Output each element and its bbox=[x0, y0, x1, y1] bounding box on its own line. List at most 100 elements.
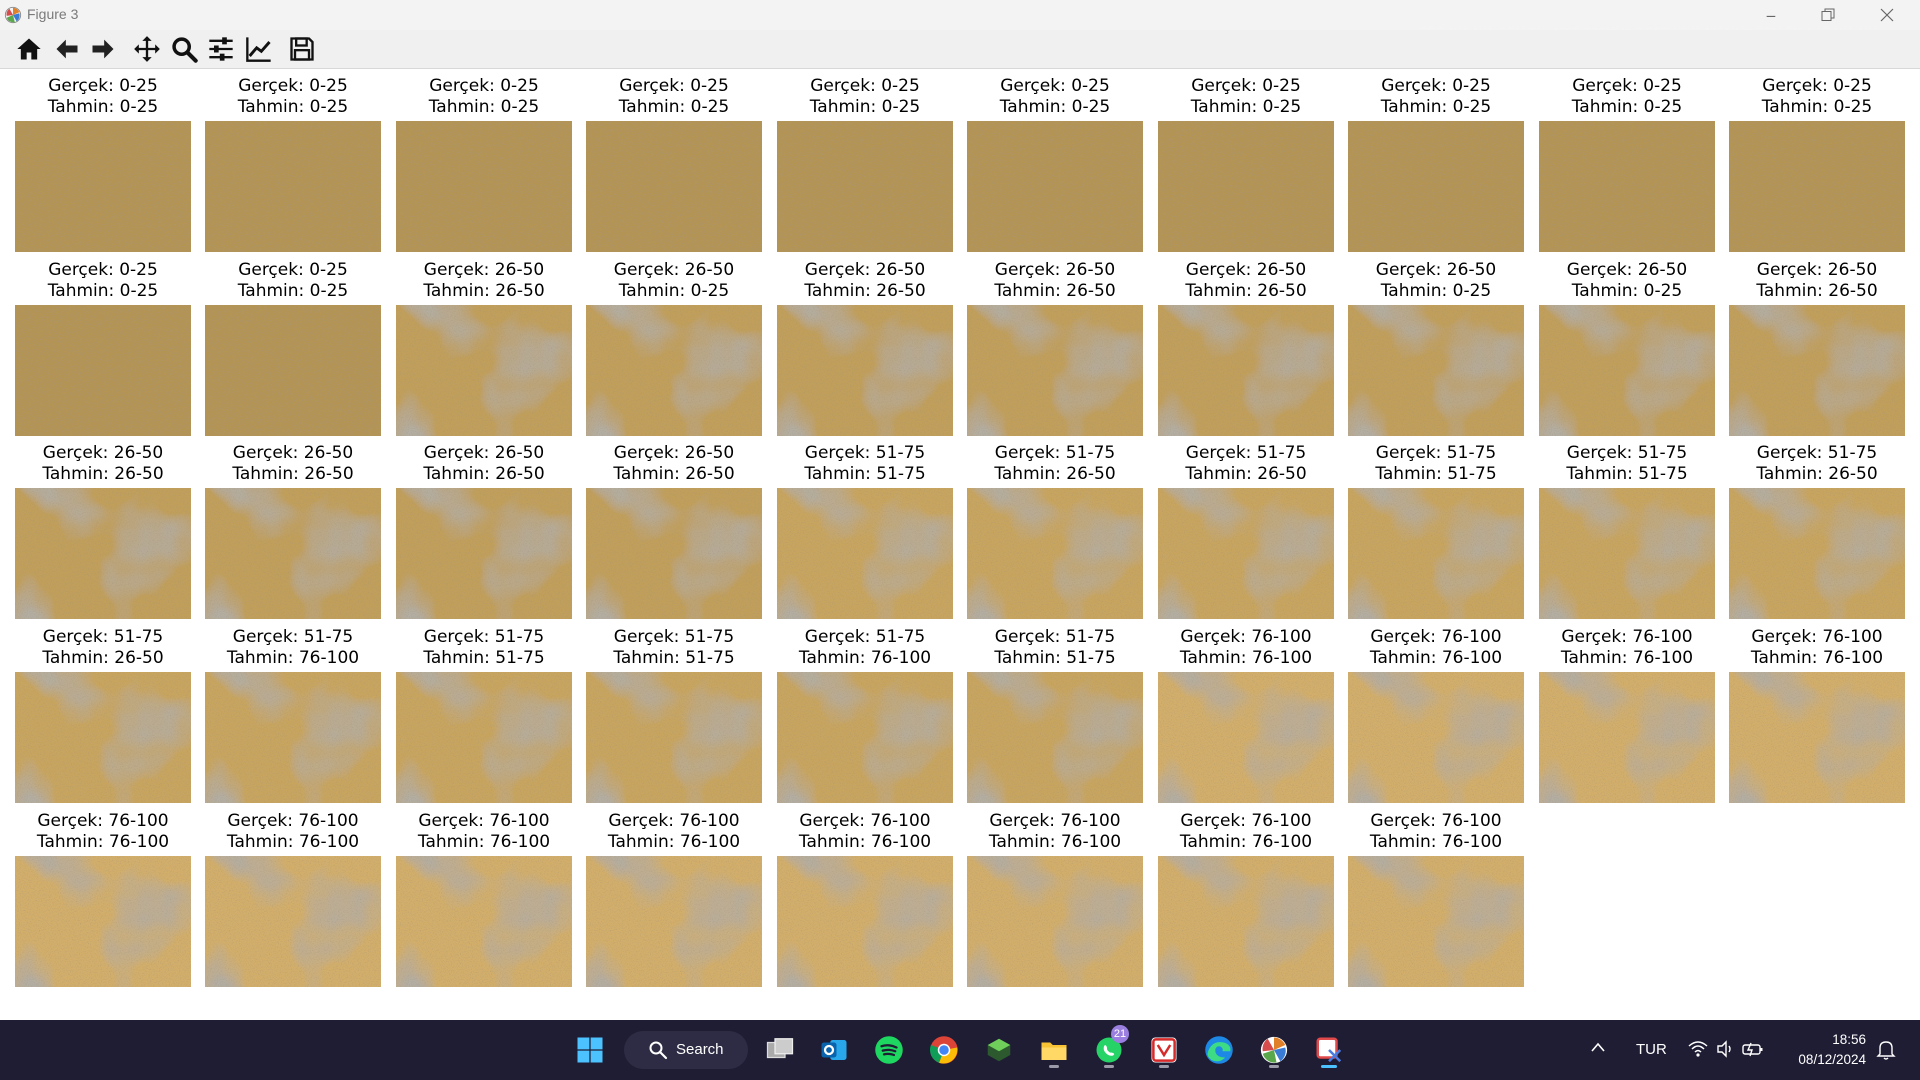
box-app-button[interactable] bbox=[979, 1030, 1019, 1070]
zoom-button[interactable] bbox=[168, 33, 200, 65]
true-label: Gerçek: 76-100 bbox=[989, 811, 1121, 831]
true-label: Gerçek: 26-50 bbox=[42, 443, 164, 463]
close-icon bbox=[1880, 8, 1894, 22]
sample-caption: Gerçek: 76-100 Tahmin: 76-100 bbox=[1519, 627, 1735, 668]
battery-icon bbox=[1742, 1042, 1763, 1057]
sand-sample-image bbox=[586, 305, 762, 436]
true-label: Gerçek: 51-75 bbox=[613, 627, 735, 647]
predicted-label: Tahmin: 26-50 bbox=[804, 280, 926, 301]
true-label: Gerçek: 76-100 bbox=[1180, 811, 1312, 831]
sand-sample-image bbox=[1729, 488, 1905, 619]
sample-caption: Gerçek: 51-75 Tahmin: 51-75 bbox=[757, 443, 973, 484]
predicted-label: Tahmin: 76-100 bbox=[1369, 647, 1503, 668]
notifications-button[interactable] bbox=[1876, 1039, 1896, 1066]
matplotlib-taskbar-button[interactable] bbox=[1254, 1030, 1294, 1070]
taskbar-search-box[interactable]: Search bbox=[624, 1031, 748, 1069]
chrome-button[interactable] bbox=[924, 1030, 964, 1070]
file-explorer-button[interactable] bbox=[1034, 1030, 1074, 1070]
true-label: Gerçek: 51-75 bbox=[1185, 443, 1307, 463]
sand-sample-image bbox=[777, 305, 953, 436]
predicted-label: Tahmin: 76-100 bbox=[1560, 647, 1694, 668]
sample-caption: Gerçek: 26-50 Tahmin: 26-50 bbox=[0, 443, 211, 484]
sample-caption: Gerçek: 0-25 Tahmin: 0-25 bbox=[0, 260, 211, 301]
sample-caption: Gerçek: 76-100 Tahmin: 76-100 bbox=[1138, 811, 1354, 852]
show-hidden-icons-button[interactable] bbox=[1590, 1040, 1606, 1058]
configure-subplots-button[interactable] bbox=[205, 33, 237, 65]
task-view-button[interactable] bbox=[760, 1030, 800, 1070]
sample-caption: Gerçek: 76-100 Tahmin: 76-100 bbox=[1709, 627, 1920, 668]
figure-toolbar bbox=[0, 30, 1920, 69]
edit-axes-button[interactable] bbox=[243, 33, 275, 65]
sample-caption: Gerçek: 0-25 Tahmin: 0-25 bbox=[376, 76, 592, 117]
restore-button[interactable] bbox=[1805, 0, 1851, 30]
sample-caption: Gerçek: 26-50 Tahmin: 26-50 bbox=[947, 260, 1163, 301]
sample-caption: Gerçek: 0-25 Tahmin: 0-25 bbox=[185, 76, 401, 117]
sand-sample-image bbox=[396, 672, 572, 803]
true-label: Gerçek: 26-50 bbox=[613, 260, 735, 280]
predicted-label: Tahmin: 0-25 bbox=[618, 96, 730, 117]
back-button[interactable] bbox=[51, 33, 83, 65]
sand-sample-image bbox=[15, 121, 191, 252]
forward-button[interactable] bbox=[87, 33, 119, 65]
sample-caption: Gerçek: 76-100 Tahmin: 76-100 bbox=[1328, 811, 1544, 852]
folder-icon bbox=[1041, 1042, 1067, 1060]
sand-sample-image bbox=[1348, 121, 1524, 252]
true-label: Gerçek: 76-100 bbox=[1180, 627, 1312, 647]
running-indicator bbox=[1159, 1065, 1169, 1068]
outlook-button[interactable] bbox=[814, 1030, 854, 1070]
sand-sample-image bbox=[1539, 305, 1715, 436]
edge-button[interactable] bbox=[1199, 1030, 1239, 1070]
whatsapp-button[interactable]: 21 bbox=[1089, 1025, 1129, 1070]
sample-caption: Gerçek: 76-100 Tahmin: 76-100 bbox=[947, 811, 1163, 852]
minimize-button[interactable]: ‒ bbox=[1748, 0, 1794, 30]
sample-caption: Gerçek: 51-75 Tahmin: 26-50 bbox=[0, 627, 211, 668]
true-label: Gerçek: 0-25 bbox=[1191, 76, 1301, 96]
sand-sample-image bbox=[205, 488, 381, 619]
true-label: Gerçek: 0-25 bbox=[1572, 76, 1682, 96]
home-icon bbox=[17, 38, 41, 60]
true-label: Gerçek: 26-50 bbox=[1566, 260, 1688, 280]
arrow-right-icon bbox=[92, 39, 114, 59]
predicted-label: Tahmin: 51-75 bbox=[613, 647, 735, 668]
true-label: Gerçek: 26-50 bbox=[423, 443, 545, 463]
sand-sample-image bbox=[967, 488, 1143, 619]
predicted-label: Tahmin: 76-100 bbox=[226, 647, 360, 668]
clock[interactable]: 18:56 08/12/2024 bbox=[1770, 1030, 1866, 1070]
snipping-button[interactable] bbox=[1309, 1030, 1349, 1070]
true-label: Gerçek: 76-100 bbox=[799, 811, 931, 831]
predicted-label: Tahmin: 51-75 bbox=[994, 647, 1116, 668]
pan-button[interactable] bbox=[131, 33, 163, 65]
spotify-button[interactable] bbox=[869, 1030, 909, 1070]
predicted-label: Tahmin: 0-25 bbox=[237, 96, 349, 117]
sand-sample-image bbox=[1158, 672, 1334, 803]
true-label: Gerçek: 76-100 bbox=[227, 811, 359, 831]
save-button[interactable] bbox=[286, 33, 318, 65]
predicted-label: Tahmin: 51-75 bbox=[1375, 463, 1497, 484]
sand-sample-image bbox=[205, 672, 381, 803]
home-button[interactable] bbox=[13, 33, 45, 65]
true-label: Gerçek: 26-50 bbox=[804, 260, 926, 280]
sample-caption: Gerçek: 76-100 Tahmin: 76-100 bbox=[376, 811, 592, 852]
true-label: Gerçek: 51-75 bbox=[232, 627, 354, 647]
predicted-label: Tahmin: 0-25 bbox=[237, 280, 349, 301]
close-button[interactable] bbox=[1864, 0, 1910, 30]
sample-caption: Gerçek: 26-50 Tahmin: 26-50 bbox=[757, 260, 973, 301]
floppy-icon bbox=[290, 37, 314, 61]
sliders-icon bbox=[209, 37, 233, 61]
sample-caption: Gerçek: 51-75 Tahmin: 76-100 bbox=[185, 627, 401, 668]
predicted-label: Tahmin: 76-100 bbox=[36, 831, 170, 852]
start-button[interactable] bbox=[570, 1030, 610, 1070]
input-language[interactable]: TUR bbox=[1636, 1041, 1667, 1058]
true-label: Gerçek: 26-50 bbox=[994, 260, 1116, 280]
true-label: Gerçek: 51-75 bbox=[994, 627, 1116, 647]
true-label: Gerçek: 76-100 bbox=[418, 811, 550, 831]
true-label: Gerçek: 0-25 bbox=[238, 260, 348, 280]
red-app-button[interactable] bbox=[1144, 1030, 1184, 1070]
window-title: Figure 3 bbox=[27, 6, 79, 22]
sand-sample-image bbox=[586, 488, 762, 619]
chrome-icon bbox=[929, 1036, 958, 1064]
sample-caption: Gerçek: 26-50 Tahmin: 26-50 bbox=[185, 443, 401, 484]
system-tray-quick-settings[interactable] bbox=[1688, 1040, 1764, 1058]
sample-caption: Gerçek: 51-75 Tahmin: 51-75 bbox=[947, 627, 1163, 668]
sand-sample-image bbox=[396, 305, 572, 436]
